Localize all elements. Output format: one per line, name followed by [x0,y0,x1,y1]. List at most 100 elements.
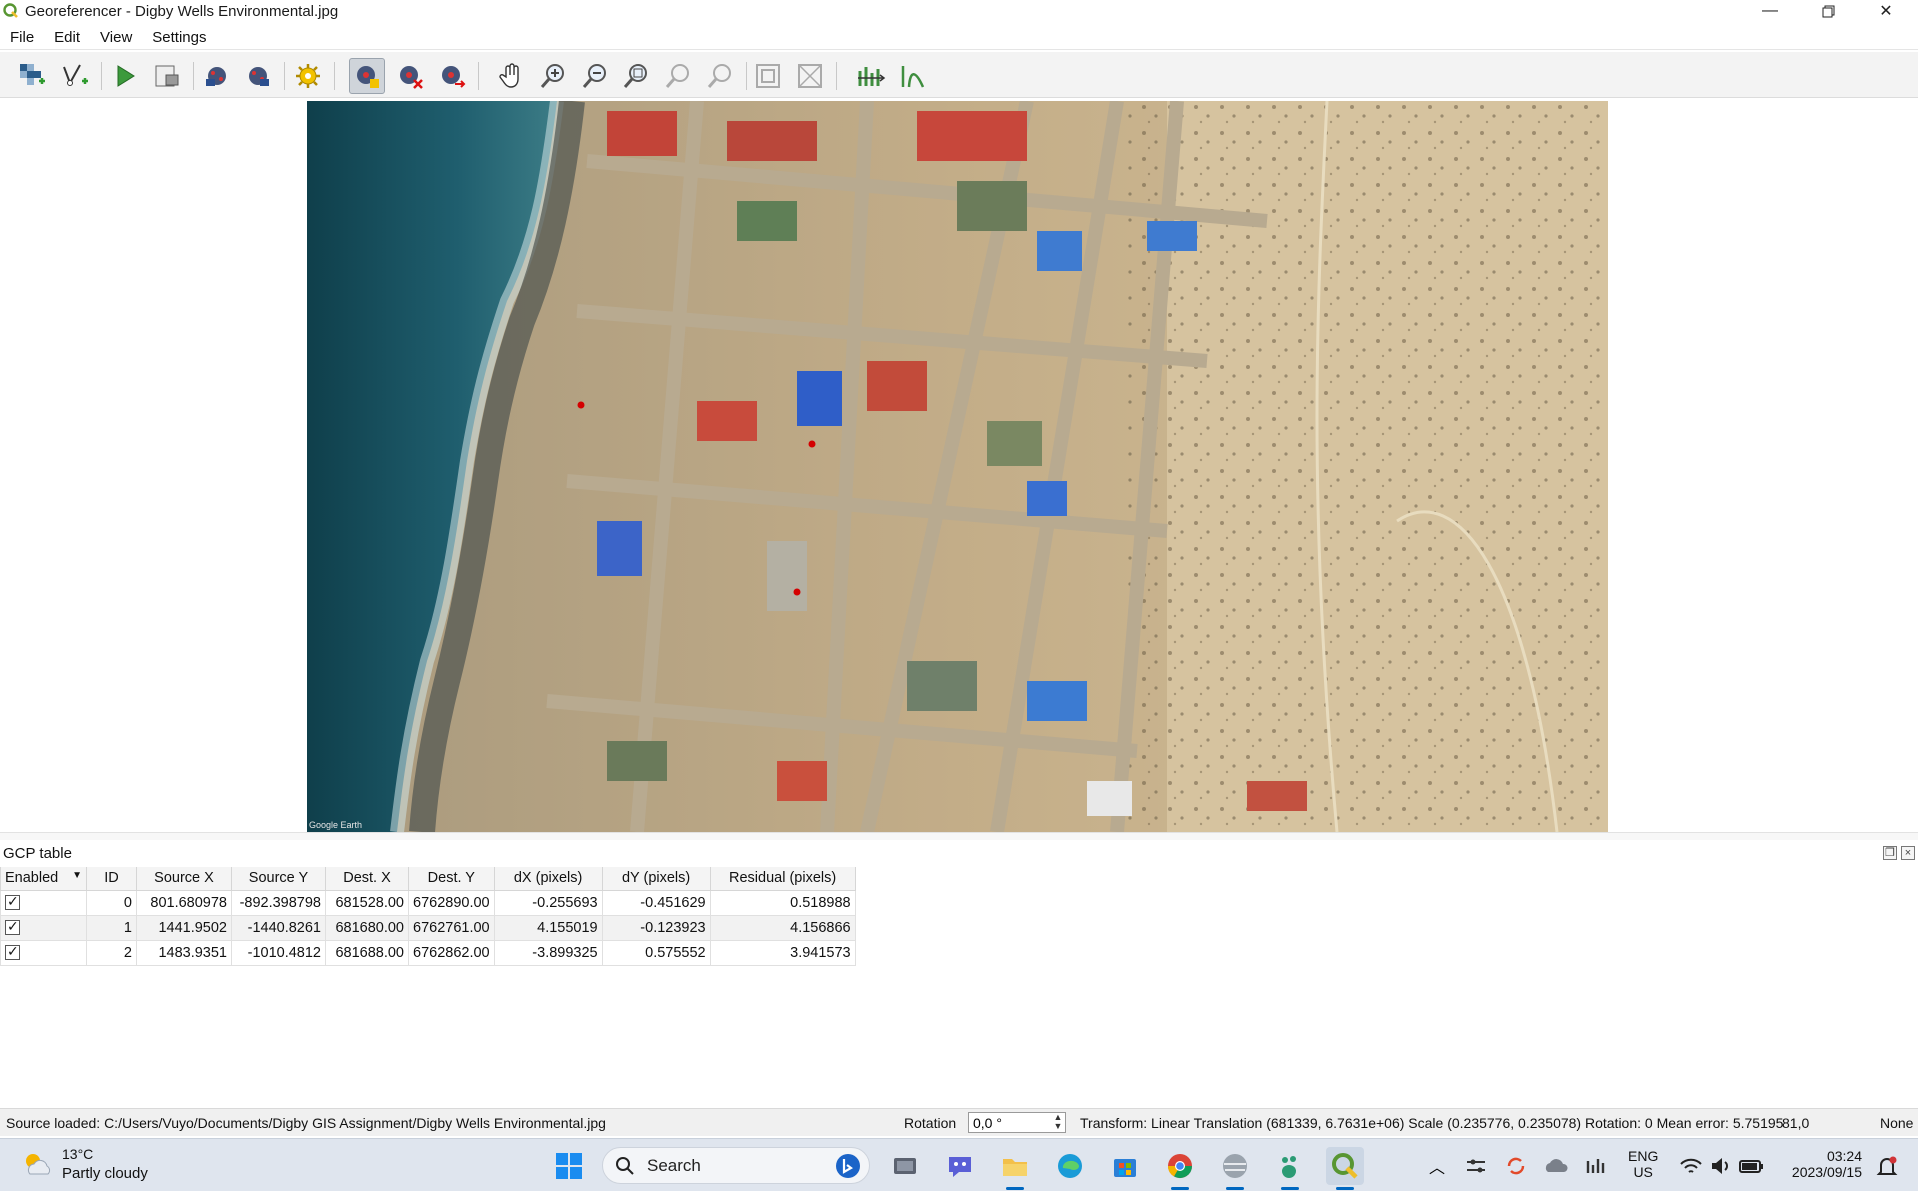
tray-app-3[interactable] [1576,1147,1614,1185]
add-vector-button[interactable] [57,58,93,94]
google-earth-button[interactable] [1216,1147,1254,1190]
start-button[interactable] [550,1147,588,1185]
generate-gdal-script-button[interactable] [149,58,185,94]
enabled-checkbox[interactable] [5,943,20,961]
gcp-point-0[interactable] [577,401,585,409]
link-qgis-button[interactable] [792,58,828,94]
qgis-logo-icon [3,3,18,18]
id-cell[interactable]: 1 [86,914,137,941]
move-gcp-button[interactable] [434,58,470,94]
gcp-point-1[interactable] [808,440,816,448]
table-row[interactable]: 1 1441.9502 -1440.8261 681680.00 6762761… [0,914,856,941]
app-button[interactable] [1271,1147,1309,1190]
windows-logo-icon [556,1153,582,1179]
save-gcp-button[interactable] [240,58,276,94]
enabled-cell[interactable] [0,939,87,966]
zoom-out-button[interactable] [577,58,613,94]
crs-indicator[interactable]: None [1880,1115,1913,1131]
menu-file[interactable]: File [0,29,44,46]
minimize-icon: — [1762,2,1778,19]
source-x-cell[interactable]: 1441.9502 [136,914,232,941]
source-x-cell[interactable]: 801.680978 [136,889,232,916]
qgis-button[interactable] [1326,1147,1364,1190]
folder-icon [1003,1159,1027,1176]
full-histogram-stretch-button[interactable] [853,58,889,94]
load-gcp-button[interactable] [199,58,235,94]
source-y-cell[interactable]: -1440.8261 [231,914,326,941]
col-dest-y[interactable]: Dest. Y [408,867,495,891]
restore-button[interactable] [1799,0,1857,22]
col-residual[interactable]: Residual (pixels) [709,867,856,891]
col-enabled[interactable]: Enabled ▼ [0,867,87,891]
close-button[interactable]: ✕ [1857,0,1915,22]
menu-view[interactable]: View [90,29,142,46]
clock[interactable]: 03:24 2023/09/15 [1782,1148,1862,1180]
task-view-icon [894,1158,916,1174]
float-panel-button[interactable]: ❐ [1883,846,1897,860]
open-raster-button[interactable] [14,58,50,94]
dest-x-cell[interactable]: 681688.00 [325,939,409,966]
col-dy[interactable]: dY (pixels) [601,867,711,891]
panel-splitter[interactable] [0,832,1918,840]
col-id[interactable]: ID [86,867,137,891]
tray-app-2[interactable] [1497,1147,1535,1185]
dx-cell: -0.255693 [493,889,603,916]
dest-x-cell[interactable]: 681528.00 [325,889,409,916]
file-explorer-button[interactable] [996,1147,1034,1190]
menu-edit[interactable]: Edit [44,29,90,46]
zoom-last-button[interactable] [660,58,696,94]
map-canvas[interactable]: Google Earth [0,99,1918,832]
minimize-button[interactable]: — [1741,0,1799,22]
battery-status[interactable] [1732,1147,1770,1185]
notifications-button[interactable] [1868,1147,1906,1185]
zoom-to-layer-button[interactable] [618,58,654,94]
source-y-cell[interactable]: -892.398798 [231,889,326,916]
menu-settings[interactable]: Settings [142,29,216,46]
enabled-checkbox[interactable] [5,893,20,911]
pan-icon [499,63,519,88]
zoom-in-button[interactable] [535,58,571,94]
enabled-cell[interactable] [0,889,87,916]
dest-x-cell[interactable]: 681680.00 [325,914,409,941]
rotation-spinner[interactable]: ▲ ▼ [1051,1113,1065,1132]
show-hidden-icons-button[interactable]: ︿ [1418,1147,1456,1185]
task-view-button[interactable] [886,1147,924,1185]
chrome-button[interactable] [1161,1147,1199,1190]
taskbar-search[interactable]: Search [602,1147,870,1184]
id-cell[interactable]: 2 [86,939,137,966]
col-source-x[interactable]: Source X [136,867,232,891]
dest-y-cell[interactable]: 6762890.00 [408,889,495,916]
gcp-point-2[interactable] [793,588,801,596]
enabled-cell[interactable] [0,914,87,941]
dest-y-cell[interactable]: 6762761.00 [408,914,495,941]
local-histogram-stretch-button[interactable] [894,58,930,94]
raster-image[interactable]: Google Earth [307,101,1608,832]
dest-y-cell[interactable]: 6762862.00 [408,939,495,966]
zoom-next-button[interactable] [702,58,738,94]
start-georeferencing-button[interactable] [107,58,143,94]
close-panel-button[interactable]: × [1901,846,1915,860]
onedrive-button[interactable] [1537,1147,1575,1185]
teams-chat-button[interactable] [941,1147,979,1185]
add-point-button[interactable] [349,58,385,94]
col-dest-x[interactable]: Dest. X [325,867,409,891]
source-x-cell[interactable]: 1483.9351 [136,939,232,966]
edge-button[interactable] [1051,1147,1089,1185]
enabled-checkbox[interactable] [5,918,20,936]
tray-app-1[interactable] [1457,1147,1495,1185]
language-indicator[interactable]: ENG US [1628,1148,1658,1180]
pan-button[interactable] [494,58,530,94]
table-row[interactable]: 2 1483.9351 -1010.4812 681688.00 6762862… [0,939,856,966]
transformation-settings-button[interactable] [290,58,326,94]
link-georeferencer-button[interactable] [750,58,786,94]
load-gcp-icon [206,67,226,86]
zoom-last-icon [665,64,689,88]
col-source-y[interactable]: Source Y [231,867,326,891]
delete-point-button[interactable] [392,58,428,94]
id-cell[interactable]: 0 [86,889,137,916]
col-dx[interactable]: dX (pixels) [493,867,603,891]
source-y-cell[interactable]: -1010.4812 [231,939,326,966]
store-button[interactable] [1106,1147,1144,1185]
weather-condition: Partly cloudy [62,1165,148,1182]
table-row[interactable]: 0 801.680978 -892.398798 681528.00 67628… [0,889,856,916]
